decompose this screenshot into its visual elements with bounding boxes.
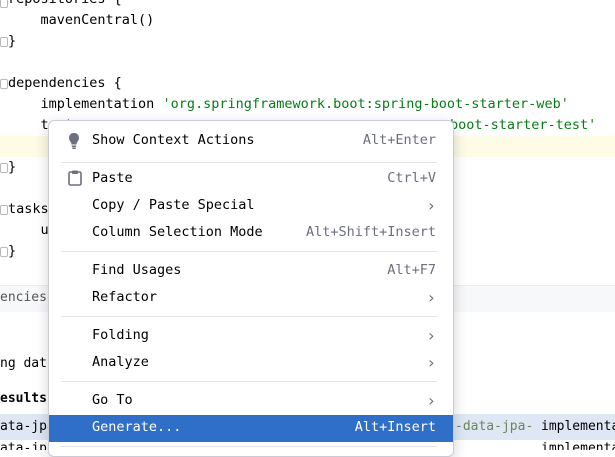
menu-item-label: Folding <box>92 327 149 343</box>
chevron-right-icon: › <box>426 353 436 372</box>
menu-item-find-usages[interactable]: Find Usages Alt+F7 <box>49 258 453 285</box>
chevron-right-icon: › <box>426 326 436 345</box>
menu-item-label: Paste <box>92 170 133 186</box>
menu-item-label: Analyze <box>92 354 149 370</box>
breadcrumb[interactable]: encies{ <box>0 290 55 305</box>
menu-item-shortcut: Alt+Enter <box>362 132 436 148</box>
code-string: boot-starter-test' <box>450 117 597 133</box>
code-line: } <box>8 159 17 175</box>
table-cell: implementa <box>541 441 615 450</box>
menu-item-label: Show Context Actions <box>92 132 255 148</box>
menu-item-copy-paste-special[interactable]: Copy / Paste Special › <box>49 193 453 220</box>
table-cell: ata-jp <box>0 441 47 450</box>
fold-marker[interactable] <box>0 37 8 47</box>
chevron-right-icon: › <box>426 288 436 307</box>
menu-separator <box>61 381 437 382</box>
menu-item-label: Copy / Paste Special <box>92 197 255 213</box>
menu-item-folding[interactable]: Folding › <box>49 323 453 350</box>
context-menu: Show Context Actions Alt+Enter Paste Ctr… <box>48 120 454 457</box>
menu-item-label: Generate... <box>92 419 182 435</box>
bulb-icon <box>68 132 80 154</box>
code-line: u <box>8 222 49 238</box>
menu-item-go-to[interactable]: Go To › <box>49 388 453 415</box>
menu-item-shortcut: Alt+F7 <box>387 262 436 278</box>
fold-marker[interactable] <box>0 205 8 215</box>
code-line: } <box>8 33 17 49</box>
menu-item-shortcut: Ctrl+V <box>387 170 436 186</box>
fold-marker[interactable] <box>0 79 8 89</box>
menu-item-shortcut: Alt+Insert <box>354 419 436 435</box>
menu-separator <box>61 162 437 163</box>
menu-separator <box>61 446 437 447</box>
menu-item-label: Go To <box>92 392 133 408</box>
code-string: 'org.springframework.boot:spring-boot-st… <box>162 96 569 112</box>
menu-separator <box>61 251 437 252</box>
menu-item-label: Refactor <box>92 289 158 305</box>
panel-heading: esults <box>0 391 47 406</box>
menu-item-analyze[interactable]: Analyze › <box>49 350 453 377</box>
code-line: repositories { <box>8 0 122 10</box>
menu-item-generate[interactable]: Generate... Alt+Insert <box>49 415 453 442</box>
menu-separator <box>61 316 437 317</box>
panel-text: ng dat <box>0 356 47 371</box>
code-line: } <box>8 243 17 259</box>
menu-item-paste[interactable]: Paste Ctrl+V <box>49 166 453 193</box>
fold-marker[interactable] <box>0 0 8 8</box>
menu-item-column-selection-mode[interactable]: Column Selection Mode Alt+Shift+Insert <box>49 220 453 247</box>
menu-item-shortcut: Alt+Shift+Insert <box>305 224 436 240</box>
clipboard-icon <box>68 170 82 190</box>
menu-item-label: Find Usages <box>92 262 182 278</box>
chevron-right-icon: › <box>426 196 436 215</box>
code-line: tasks <box>8 201 49 217</box>
fold-marker[interactable] <box>0 247 8 257</box>
table-cell: ata-jpa <box>0 419 55 434</box>
code-line: dependencies { <box>8 75 122 91</box>
chevron-right-icon: › <box>426 391 436 410</box>
fold-marker[interactable] <box>0 163 8 173</box>
menu-item-refactor[interactable]: Refactor › <box>49 285 453 312</box>
menu-item-show-context-actions[interactable]: Show Context Actions Alt+Enter <box>49 128 453 155</box>
code-keyword: implementation <box>8 96 163 112</box>
table-cell: -data-jpa- <box>455 419 534 434</box>
table-cell: implementa <box>541 419 615 434</box>
code-line: implementation 'org.springframework.boot… <box>8 94 569 115</box>
menu-item-label: Column Selection Mode <box>92 224 263 240</box>
code-line: mavenCentral() <box>8 12 155 28</box>
